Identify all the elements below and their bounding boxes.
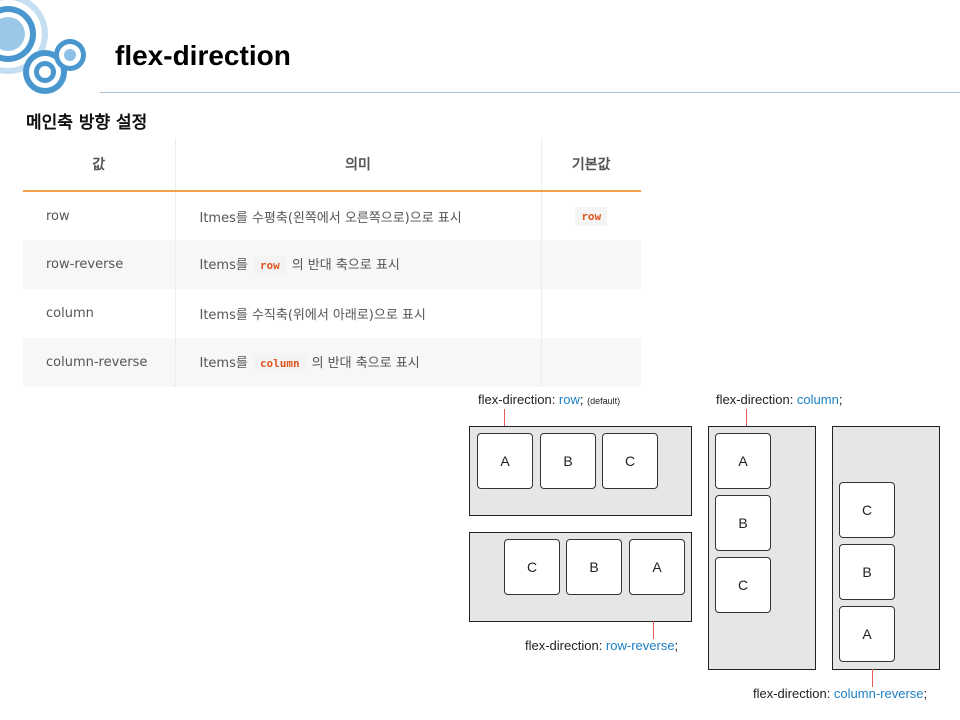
- caption-pointer: [872, 669, 873, 687]
- cell-default: [541, 289, 641, 338]
- flex-item: A: [629, 539, 685, 595]
- title-divider: [100, 92, 960, 93]
- header-default: 기본값: [541, 138, 641, 192]
- table-row: row-reverse Items를 row 의 반대 축으로 표시: [23, 240, 641, 289]
- flex-item: C: [602, 433, 658, 489]
- caption-prefix: flex-direction:: [478, 392, 559, 407]
- caption-keyword: column-reverse: [833, 686, 924, 701]
- inline-code: row: [253, 256, 286, 275]
- caption-keyword: row: [558, 392, 580, 407]
- column-reverse-container: C B A: [832, 426, 940, 670]
- header-meaning: 의미: [175, 138, 542, 192]
- table-header-row: 값 의미 기본값: [23, 138, 641, 192]
- cell-value: column-reverse: [23, 338, 176, 387]
- caption-prefix: flex-direction:: [525, 638, 606, 653]
- meaning-text: Items를: [199, 356, 248, 371]
- table-row: column-reverse Items를 column 의 반대 축으로 표시: [23, 338, 641, 387]
- flex-item: B: [540, 433, 596, 489]
- caption-note: (default): [587, 396, 621, 406]
- flex-item: A: [715, 433, 771, 489]
- caption-suffix: ;: [674, 638, 679, 653]
- caption-row-reverse: flex-direction: row-reverse;: [525, 638, 678, 653]
- slide-title: flex-direction: [115, 40, 291, 71]
- flex-item: C: [839, 482, 895, 538]
- caption-suffix: ;: [579, 392, 584, 407]
- cell-meaning: Items를 column 의 반대 축으로 표시: [175, 338, 542, 387]
- caption-pointer: [653, 621, 654, 639]
- caption-pointer: [504, 409, 505, 427]
- cell-value: row-reverse: [23, 240, 176, 289]
- flex-item: B: [566, 539, 622, 595]
- caption-prefix: flex-direction:: [753, 686, 834, 701]
- cell-default: [541, 240, 641, 289]
- flex-item: A: [839, 606, 895, 662]
- cell-meaning: Items를 수직축(위에서 아래로)으로 표시: [175, 289, 542, 338]
- caption-column-reverse: flex-direction: column-reverse;: [753, 686, 927, 701]
- flex-item: B: [839, 544, 895, 600]
- flex-direction-table: 값 의미 기본값 row Itmes를 수평축(왼쪽에서 오른쪽으로)으로 표시…: [23, 138, 641, 387]
- caption-keyword: row-reverse: [605, 638, 675, 653]
- cell-default: [541, 338, 641, 387]
- meaning-text-after: 의 반대 축으로 표시: [311, 356, 420, 371]
- caption-prefix: flex-direction:: [716, 392, 797, 407]
- slide-subtitle: 메인축 방향 설정: [26, 113, 148, 133]
- caption-pointer: [746, 409, 747, 427]
- cell-value: row: [23, 191, 176, 240]
- table-row: column Items를 수직축(위에서 아래로)으로 표시: [23, 289, 641, 338]
- cell-meaning: Items를 row 의 반대 축으로 표시: [175, 240, 542, 289]
- flex-item: C: [715, 557, 771, 613]
- flex-item: B: [715, 495, 771, 551]
- meaning-text: Items를 수직축(위에서 아래로)으로 표시: [199, 308, 426, 323]
- caption-row: flex-direction: row; (default): [478, 392, 620, 407]
- row-container: A B C: [469, 426, 692, 516]
- caption-suffix: ;: [838, 392, 843, 407]
- table-row: row Itmes를 수평축(왼쪽에서 오른쪽으로)으로 표시 row: [23, 191, 641, 240]
- flex-direction-diagram: flex-direction: row; (default) A B C C B…: [460, 385, 960, 720]
- circles-logo-icon: [0, 0, 86, 94]
- column-container: A B C: [708, 426, 816, 670]
- caption-keyword: column: [796, 392, 839, 407]
- default-code-badge: row: [575, 206, 608, 226]
- header-value: 값: [23, 138, 176, 192]
- meaning-text: Itmes를 수평축(왼쪽에서 오른쪽으로)으로 표시: [199, 210, 462, 226]
- inline-code: column: [253, 354, 306, 373]
- cell-meaning: Itmes를 수평축(왼쪽에서 오른쪽으로)으로 표시: [175, 191, 542, 240]
- row-reverse-container: C B A: [469, 532, 692, 622]
- flex-item: A: [477, 433, 533, 489]
- caption-column: flex-direction: column;: [716, 392, 842, 407]
- meaning-text: Items를: [199, 258, 248, 273]
- cell-value: column: [23, 289, 176, 338]
- cell-default: row: [541, 191, 641, 240]
- meaning-text-after: 의 반대 축으로 표시: [291, 258, 400, 273]
- caption-suffix: ;: [923, 686, 928, 701]
- flex-item: C: [504, 539, 560, 595]
